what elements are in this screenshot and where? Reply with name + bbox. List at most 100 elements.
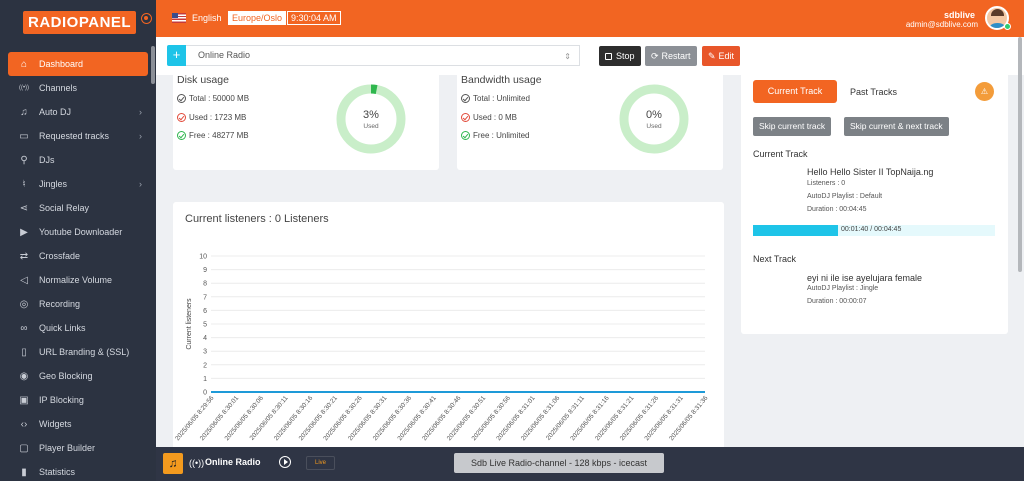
sidebar-item-label: Recording	[39, 299, 81, 309]
track-progress-fill	[753, 225, 838, 236]
add-station-button[interactable]: +	[167, 45, 186, 66]
current-track-playlist: AutoDJ Playlist : Default	[807, 193, 883, 200]
y-tick-label: 2	[203, 362, 207, 369]
play-button[interactable]	[279, 456, 291, 468]
stop-label: Stop	[616, 51, 635, 61]
sidebar-item-label: Jingles	[39, 179, 68, 189]
sidebar-item-player-builder[interactable]: ▢ Player Builder	[0, 436, 156, 460]
sidebar-item-label: Normalize Volume	[39, 275, 113, 285]
sidebar-item-jingles[interactable]: ♮ Jingles ›	[0, 172, 156, 196]
sidebar-nav: ⌂ Dashboard ((•)) Channels ♫ Auto DJ › ▭ Request…	[0, 52, 156, 481]
user-plus-icon: ⚲	[20, 154, 28, 166]
sidebar-toggle-icon[interactable]	[141, 13, 152, 24]
bandwidth-used: Used : 0 MB	[461, 113, 517, 122]
music-note-icon: ♫	[163, 453, 183, 474]
online-status-icon	[1004, 23, 1011, 30]
sidebar-scrollbar[interactable]	[151, 46, 155, 84]
check-circle-icon	[177, 113, 186, 122]
sidebar-item-dashboard[interactable]: ⌂ Dashboard	[8, 52, 148, 76]
current-track-heading: Current Track	[753, 149, 808, 159]
link-icon: ∞	[20, 322, 28, 334]
sidebar-item-recording[interactable]: ◎ Recording	[0, 292, 156, 316]
track-progress-bar: 00:01:40 / 00:04:45	[753, 225, 995, 236]
sidebar-item-youtube-downloader[interactable]: ▶ Youtube Downloader	[0, 220, 156, 244]
tab-past-tracks[interactable]: Past Tracks	[850, 87, 897, 97]
y-tick-label: 4	[203, 335, 207, 342]
player-bar: ♫ ((•)) Online Radio Live Sdb Live Radio…	[156, 447, 1024, 481]
sidebar-item-label: IP Blocking	[39, 395, 84, 405]
sidebar-item-label: Social Relay	[39, 203, 90, 213]
sidebar-item-social-relay[interactable]: ⋖ Social Relay	[0, 196, 156, 220]
edit-icon: ✎	[708, 51, 716, 61]
y-tick-label: 8	[203, 281, 207, 288]
current-track-listeners: Listeners : 0	[807, 180, 846, 187]
sidebar-item-label: Widgets	[39, 419, 72, 429]
restart-button[interactable]: ⟳ Restart	[645, 46, 697, 66]
sidebar-item-widgets[interactable]: ‹› Widgets	[0, 412, 156, 436]
radio-icon: ((•))	[18, 85, 30, 91]
clock-label: 9:30:04 AM	[287, 11, 341, 25]
logo-text-radio: RADIO	[28, 13, 79, 31]
sidebar-item-statistics[interactable]: ▮ Statistics	[0, 460, 156, 481]
disk-total: Total : 50000 MB	[177, 94, 249, 103]
sidebar-item-url-branding-ssl[interactable]: ▯ URL Branding & (SSL)	[0, 340, 156, 364]
current-track-title: Hello Hello Sister II TopNaija.ng	[807, 167, 934, 177]
listeners-chart-card: Current listeners : 0 Listeners 0 1 2 3 4 5 6 7…	[173, 202, 724, 481]
record-icon: ◎	[19, 298, 29, 310]
sidebar-item-auto-dj[interactable]: ♫ Auto DJ ›	[0, 100, 156, 124]
next-track-title: eyi ni ile ise ayelujara female	[807, 273, 923, 283]
player-station-name: Online Radio	[205, 457, 261, 467]
sidebar-item-geo-blocking[interactable]: ◉ Geo Blocking	[0, 364, 156, 388]
disk-percent: 3%	[363, 109, 379, 121]
sidebar-item-ip-blocking[interactable]: ▣ IP Blocking	[0, 388, 156, 412]
page-scrollbar[interactable]	[1018, 37, 1022, 272]
disk-percent-sub: Used	[363, 123, 379, 130]
sidebar-item-label: Quick Links	[39, 323, 86, 333]
bandwidth-usage-card: Bandwidth usage Total : Unlimited Used :…	[457, 70, 723, 170]
bandwidth-free-text: Free : Unlimited	[473, 131, 530, 140]
radiopanel-logo[interactable]: RADIOPANEL	[23, 10, 137, 34]
y-tick-label: 6	[203, 308, 207, 315]
y-tick-label: 3	[203, 349, 207, 356]
player-stream-info: Sdb Live Radio-channel - 128 kbps - icec…	[454, 453, 664, 473]
sidebar-item-label: Crossfade	[39, 251, 81, 261]
chevron-right-icon: ›	[139, 179, 142, 189]
sidebar-item-label: Geo Blocking	[39, 371, 93, 381]
station-select[interactable]: Online Radio ⇕	[186, 45, 580, 66]
sidebar-item-crossfade[interactable]: ⇄ Crossfade	[0, 244, 156, 268]
share-icon: ⋖	[19, 202, 29, 214]
warning-icon[interactable]: ⚠	[975, 82, 994, 101]
home-icon: ⌂	[20, 58, 28, 70]
edit-button[interactable]: ✎ Edit	[702, 46, 741, 66]
stop-button[interactable]: Stop	[599, 46, 641, 66]
sidebar-item-label: Player Builder	[39, 443, 96, 453]
select-caret-icon: ⇕	[564, 52, 571, 61]
sidebar-item-label: Dashboard	[39, 59, 84, 69]
stop-icon	[605, 53, 612, 60]
sidebar-item-label: Channels	[39, 83, 78, 93]
chart-title: Current listeners : 0 Listeners	[185, 213, 329, 225]
y-tick-label: 5	[203, 322, 207, 329]
sidebar-item-channels[interactable]: ((•)) Channels	[0, 76, 156, 100]
disk-used: Used : 1723 MB	[177, 113, 246, 122]
language-selector[interactable]: English	[192, 13, 222, 23]
user-name[interactable]: sdblive	[944, 10, 975, 20]
disk-used-text: Used : 1723 MB	[189, 113, 247, 122]
bookmark-icon: ▯	[21, 346, 27, 358]
youtube-icon: ▶	[20, 226, 28, 238]
logo-text-panel: PANEL	[78, 13, 132, 31]
sidebar-item-djs[interactable]: ⚲ DJs	[0, 148, 156, 172]
disk-free-text: Free : 48277 MB	[189, 131, 249, 140]
chevron-right-icon: ›	[139, 107, 142, 117]
check-circle-icon	[177, 94, 186, 103]
skip-current-next-button[interactable]: Skip current & next track	[844, 117, 949, 136]
next-track-heading: Next Track	[753, 254, 797, 264]
sidebar-item-normalize-volume[interactable]: ◁ Normalize Volume	[0, 268, 156, 292]
sidebar-item-requested-tracks[interactable]: ▭ Requested tracks ›	[0, 124, 156, 148]
y-tick-label: 0	[203, 390, 207, 397]
sidebar-item-quick-links[interactable]: ∞ Quick Links	[0, 316, 156, 340]
y-axis-label: Current listeners	[186, 298, 193, 350]
tab-current-track[interactable]: Current Track	[753, 80, 837, 103]
sidebar-item-label: DJs	[39, 155, 55, 165]
skip-current-button[interactable]: Skip current track	[753, 117, 832, 136]
